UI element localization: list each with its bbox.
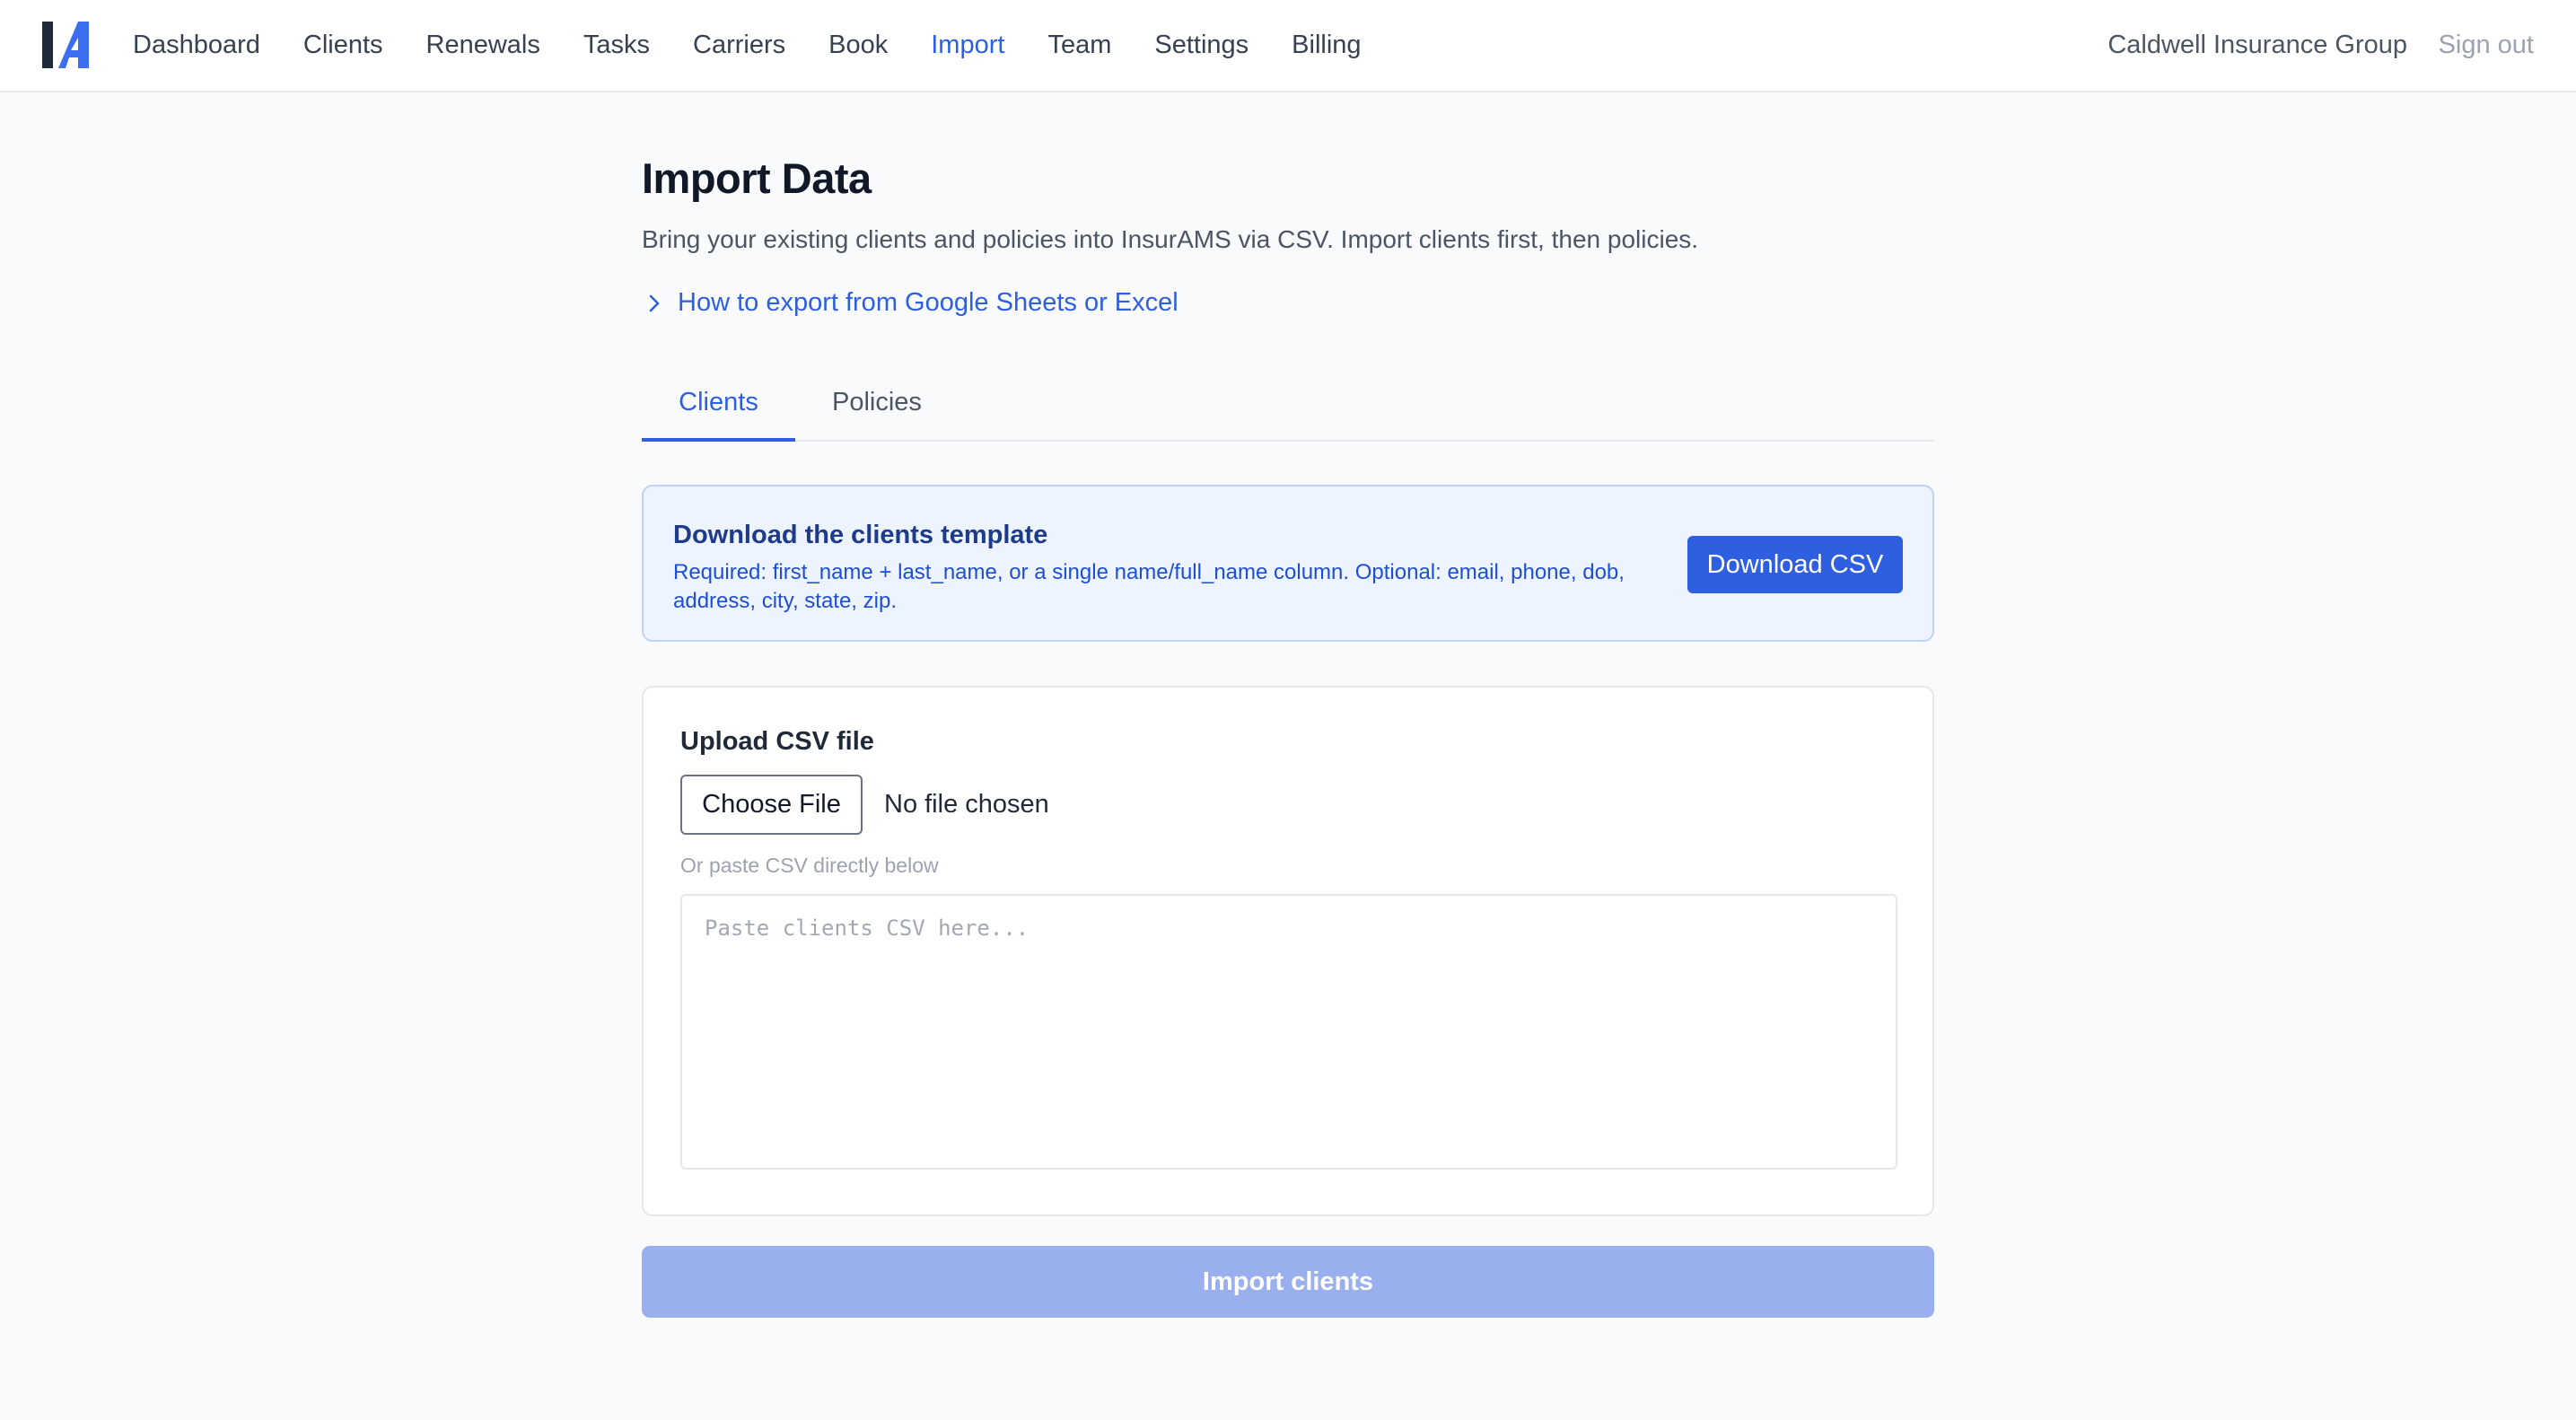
nav-carriers[interactable]: Carriers xyxy=(693,31,785,60)
import-tabs: Clients Policies xyxy=(642,362,1934,442)
export-help-label: How to export from Google Sheets or Exce… xyxy=(678,288,1178,317)
paste-hint: Or paste CSV directly below xyxy=(680,854,939,877)
import-clients-button[interactable]: Import clients xyxy=(642,1246,1934,1318)
template-title: Download the clients template xyxy=(673,521,1048,549)
chevron-right-icon xyxy=(649,294,660,311)
template-description: Required: first_name + last_name, or a s… xyxy=(673,560,1625,613)
page-subtitle: Bring your existing clients and policies… xyxy=(642,225,1699,253)
nav-book[interactable]: Book xyxy=(828,31,888,60)
csv-paste-textarea[interactable] xyxy=(680,894,1897,1170)
nav-import[interactable]: Import xyxy=(931,31,1004,60)
upload-label: Upload CSV file xyxy=(680,727,874,756)
nav-dashboard[interactable]: Dashboard xyxy=(133,31,260,60)
main-nav: Dashboard Clients Renewals Tasks Carrier… xyxy=(133,0,1405,91)
upload-card: Upload CSV file Choose File No file chos… xyxy=(642,686,1934,1216)
export-help-toggle[interactable]: How to export from Google Sheets or Exce… xyxy=(642,288,1178,318)
nav-clients[interactable]: Clients xyxy=(303,31,383,60)
page-title: Import Data xyxy=(642,154,872,202)
nav-renewals[interactable]: Renewals xyxy=(426,31,540,60)
insurams-logo-icon[interactable] xyxy=(42,22,89,68)
organization-name: Caldwell Insurance Group xyxy=(2107,31,2407,59)
nav-settings[interactable]: Settings xyxy=(1154,31,1249,60)
nav-tasks[interactable]: Tasks xyxy=(583,31,650,60)
nav-billing[interactable]: Billing xyxy=(1292,31,1361,60)
file-status: No file chosen xyxy=(884,790,1049,819)
template-download-panel: Download the clients template Required: … xyxy=(642,485,1934,642)
top-nav: Dashboard Clients Renewals Tasks Carrier… xyxy=(0,0,2576,92)
download-csv-button[interactable]: Download CSV xyxy=(1687,536,1903,593)
sign-out-link[interactable]: Sign out xyxy=(2439,0,2534,91)
nav-team[interactable]: Team xyxy=(1047,31,1111,60)
tab-policies[interactable]: Policies xyxy=(832,362,922,442)
tab-clients[interactable]: Clients xyxy=(642,362,795,442)
choose-file-button[interactable]: Choose File xyxy=(680,775,863,835)
